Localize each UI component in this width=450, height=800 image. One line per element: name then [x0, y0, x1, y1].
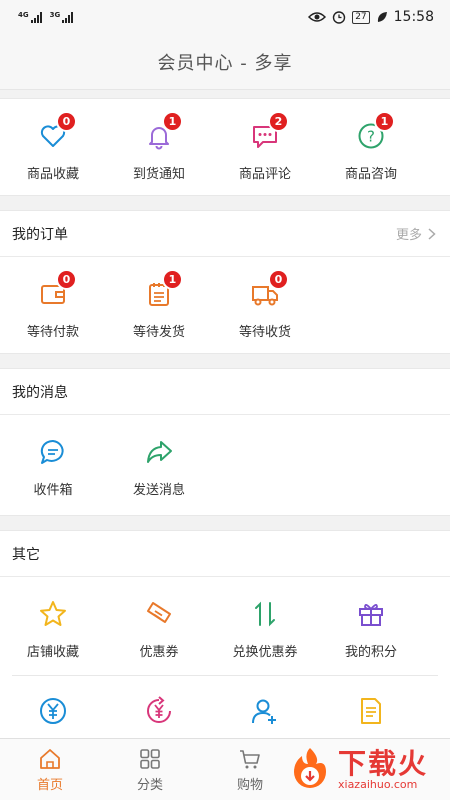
- svg-text:?: ?: [367, 128, 375, 146]
- order-item-label: 等待收货: [238, 325, 291, 340]
- exchange-icon: [255, 601, 275, 627]
- other-refund[interactable]: [106, 676, 212, 738]
- badge-count: 1: [374, 111, 395, 132]
- network-type-2: 3G: [49, 11, 61, 19]
- quick-item-label: 到货通知: [132, 167, 185, 182]
- order-pending-payment[interactable]: 0 等待付款: [0, 257, 106, 353]
- other-add-friend[interactable]: [212, 676, 318, 738]
- watermark-text: 下载火: [338, 747, 429, 780]
- tab-home[interactable]: 首页: [0, 739, 100, 800]
- badge-count: 2: [268, 111, 289, 132]
- other-store-favorites[interactable]: 店铺收藏: [0, 577, 106, 675]
- badge-count: 0: [56, 269, 77, 290]
- quick-item-arrival-notice[interactable]: 1 到货通知: [106, 99, 212, 195]
- star-icon: [40, 601, 66, 626]
- messages-card: 我的消息 收件箱 发送消息: [0, 368, 450, 516]
- watermark-logo: 下载火 xiazaihuo.com: [286, 740, 446, 800]
- top-header: 会员中心 - 多享: [0, 34, 450, 90]
- other-redeem-coupon[interactable]: 兑换优惠券: [212, 577, 318, 675]
- section-title: 我的消息: [12, 384, 68, 401]
- order-item-label: 等待付款: [26, 325, 79, 340]
- other-item-label: 兑换优惠券: [232, 645, 298, 660]
- badge-count: 1: [162, 111, 183, 132]
- gift-icon: [359, 604, 383, 626]
- home-icon: [40, 749, 60, 769]
- badge-count: 0: [268, 269, 289, 290]
- more-label: 更多: [395, 228, 422, 243]
- leaf-icon: [377, 12, 387, 22]
- watermark-url: xiazaihuo.com: [338, 778, 418, 791]
- other-card: 其它 店铺收藏 优惠券 兑换优惠券 我的积分: [0, 530, 450, 738]
- quick-item-reviews[interactable]: 2 商品评论: [212, 99, 318, 195]
- tab-label: 分类: [136, 778, 163, 793]
- orders-header: 我的订单 更多: [0, 211, 450, 257]
- tab-label: 购物: [236, 778, 263, 793]
- messages-send[interactable]: 发送消息: [106, 415, 212, 515]
- cart-icon: [240, 750, 260, 769]
- other-header: 其它: [0, 531, 450, 577]
- other-item-label: 我的积分: [344, 645, 397, 660]
- other-document[interactable]: [318, 676, 424, 738]
- order-pending-receipt[interactable]: 0 等待收货: [212, 257, 318, 353]
- messages-inbox[interactable]: 收件箱: [0, 415, 106, 515]
- other-item-label: 优惠券: [139, 645, 179, 660]
- order-item-label: 等待发货: [132, 325, 185, 340]
- flame-logo-icon: [294, 748, 326, 788]
- other-points[interactable]: 我的积分: [318, 577, 424, 675]
- message-item-label: 发送消息: [132, 483, 185, 498]
- tab-categories[interactable]: 分类: [100, 739, 200, 800]
- eye-icon: [308, 12, 327, 22]
- yen-circle-icon: [40, 698, 66, 724]
- signal-icon-2: 3G: [50, 11, 74, 23]
- page-title: 会员中心 - 多享: [157, 52, 293, 74]
- document-icon: [361, 698, 381, 724]
- status-bar: 4G 3G 27 15:58: [0, 0, 450, 34]
- quick-item-inquiry[interactable]: ? 1 商品咨询: [318, 99, 424, 195]
- quick-item-label: 商品收藏: [26, 167, 79, 182]
- yen-refresh-icon: [147, 696, 171, 723]
- section-title: 其它: [12, 546, 40, 563]
- badge-count: 1: [162, 269, 183, 290]
- badge-count: 0: [56, 111, 77, 132]
- other-coupons[interactable]: 优惠券: [106, 577, 212, 675]
- alarm-icon: [332, 11, 346, 24]
- messages-header: 我的消息: [0, 369, 450, 415]
- chevron-right-icon: [428, 227, 436, 240]
- chat-bubble-icon: [40, 439, 64, 464]
- quick-item-label: 商品评论: [238, 167, 291, 182]
- message-item-label: 收件箱: [33, 483, 73, 498]
- other-item-label: 店铺收藏: [26, 645, 79, 660]
- battery-indicator: 27: [352, 10, 370, 24]
- tab-cart[interactable]: 购物: [200, 739, 300, 800]
- ticket-icon: [147, 602, 171, 623]
- network-type-1: 4G: [18, 11, 29, 19]
- other-balance[interactable]: [0, 676, 106, 738]
- share-arrow-icon: [147, 441, 172, 463]
- quick-item-favorites[interactable]: 0 商品收藏: [0, 99, 106, 195]
- clock: 15:58: [393, 9, 434, 25]
- tab-label: 首页: [36, 778, 63, 793]
- quick-item-label: 商品咨询: [344, 167, 397, 182]
- add-user-icon: [252, 699, 276, 724]
- main-content[interactable]: 0 商品收藏 1 到货通知 2 商品评论 ? 1 商品咨询 我的订单 更多 0 …: [0, 98, 450, 738]
- quick-actions-card: 0 商品收藏 1 到货通知 2 商品评论 ? 1 商品咨询: [0, 98, 450, 196]
- orders-card: 我的订单 更多 0 等待付款 1 等待发货 0 等待收货: [0, 210, 450, 354]
- order-pending-shipment[interactable]: 1 等待发货: [106, 257, 212, 353]
- section-title: 我的订单: [12, 226, 68, 243]
- grid-icon: [140, 749, 160, 769]
- orders-more-link[interactable]: 更多: [396, 224, 436, 243]
- signal-icon: 4G: [18, 11, 42, 23]
